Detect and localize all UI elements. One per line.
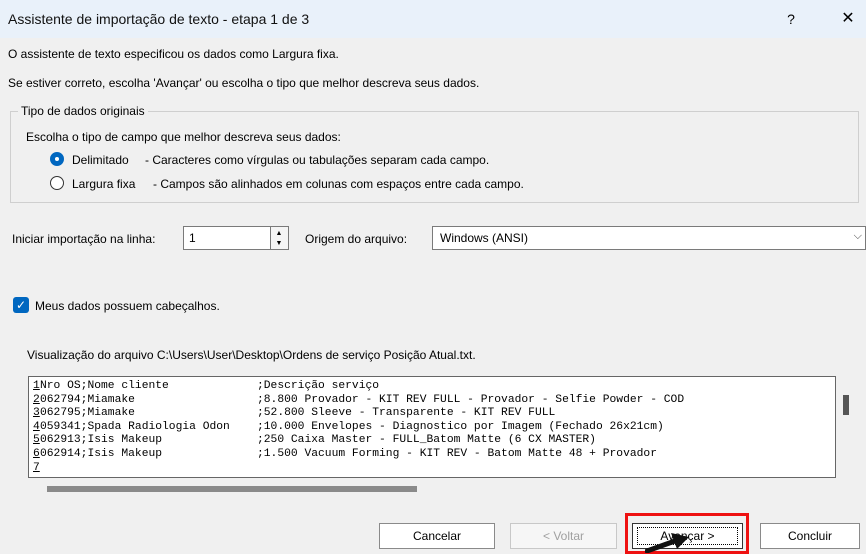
file-preview[interactable]: 1 Nro OS;Nome cliente ;Descrição serviço 2… [28, 376, 836, 478]
preview-cell: ;10.000 Envelopes - Diagnostico por Imag… [257, 420, 664, 433]
preview-row: 2 062794;Miamake ;8.800 Provador - KIT REV… [33, 394, 684, 408]
finish-button[interactable]: Concluir [760, 523, 860, 549]
row-number: 4 [33, 420, 40, 433]
title-bar: Assistente de importação de texto - etap… [0, 0, 866, 38]
cancel-button[interactable]: Cancelar [379, 523, 495, 549]
preview-row: 5 062913;Isis Makeup ;250 Caixa Master - F… [33, 434, 684, 448]
preview-cell: 062913;Isis Makeup [40, 434, 163, 447]
preview-cell: ;52.800 Sleeve - Transparente - KIT REV … [257, 407, 556, 420]
preview-row: 3 062795;Miamake ;52.800 Sleeve - Transpar… [33, 407, 684, 421]
row-number: 3 [33, 407, 40, 420]
file-origin-select[interactable]: Windows (ANSI) ⌵ [432, 226, 866, 250]
preview-cell: ;8.800 Provador - KIT REV FULL - Provado… [257, 393, 685, 406]
preview-row: 1 Nro OS;Nome cliente ;Descrição serviço [33, 380, 684, 394]
window-title: Assistente de importação de texto - etap… [8, 11, 310, 27]
back-button[interactable]: < Voltar [510, 523, 617, 549]
horizontal-scrollbar-thumb[interactable] [47, 486, 417, 492]
row-number: 6 [33, 447, 40, 460]
close-button[interactable]: ✕ [836, 8, 860, 30]
preview-cell: 059341;Spada Radiologia Odon [40, 420, 230, 433]
spin-down-icon[interactable]: ▼ [274, 239, 284, 248]
file-origin-value: Windows (ANSI) [440, 231, 529, 245]
row-number: 7 [33, 461, 40, 474]
intro-text-2: Se estiver correto, escolha 'Avançar' ou… [8, 76, 480, 90]
radio-fixed-width-label[interactable]: Largura fixa [72, 177, 135, 191]
preview-cell: ;250 Caixa Master - FULL_Batom Matte (6 … [257, 434, 596, 447]
help-button[interactable]: ? [779, 8, 803, 30]
preview-caption: Visualização do arquivo C:\Users\User\De… [27, 348, 476, 362]
start-row-input[interactable]: 1 [183, 226, 271, 250]
preview-cell: 062914;Isis Makeup [40, 447, 163, 460]
preview-cell: 062795;Miamake [40, 407, 135, 420]
radio-delimited-label[interactable]: Delimitado [72, 153, 129, 167]
preview-cell: 062794;Miamake [40, 393, 135, 406]
start-row-spinner[interactable]: ▲ ▼ [271, 226, 289, 250]
preview-cell [40, 462, 257, 476]
radio-fixed-width-desc: - Campos são alinhados em colunas com es… [153, 177, 524, 191]
radio-delimited[interactable] [50, 152, 64, 166]
file-origin-label: Origem do arquivo: [305, 232, 408, 246]
arrow-icon [645, 533, 689, 553]
group-prompt: Escolha o tipo de campo que melhor descr… [26, 130, 341, 144]
preview-cell: Nro OS;Nome cliente [40, 380, 169, 392]
chevron-down-icon[interactable]: ⌵ [854, 230, 862, 243]
headers-checkbox[interactable]: ✓ [13, 297, 29, 313]
row-number: 2 [33, 393, 40, 406]
preview-cell: ;1.500 Vacuum Forming - KIT REV - Batom … [257, 447, 657, 460]
row-number: 1 [33, 380, 40, 392]
row-number: 5 [33, 434, 40, 447]
intro-text-1: O assistente de texto especificou os dad… [8, 47, 339, 61]
group-legend: Tipo de dados originais [18, 104, 148, 118]
radio-delimited-desc: - Caracteres como vírgulas ou tabulações… [145, 153, 490, 167]
radio-fixed-width[interactable] [50, 176, 64, 190]
spin-up-icon[interactable]: ▲ [274, 229, 284, 238]
preview-row: 6 062914;Isis Makeup ;1.500 Vacuum Forming… [33, 448, 684, 462]
start-row-label: Iniciar importação na linha: [12, 232, 156, 246]
preview-row: 7 [33, 462, 684, 476]
preview-row: 4 059341;Spada Radiologia Odon ;10.000 Env… [33, 421, 684, 435]
preview-cell: ;Descrição serviço [257, 380, 380, 392]
vertical-scrollbar-thumb[interactable] [843, 395, 849, 415]
headers-checkbox-label[interactable]: Meus dados possuem cabeçalhos. [35, 299, 220, 313]
